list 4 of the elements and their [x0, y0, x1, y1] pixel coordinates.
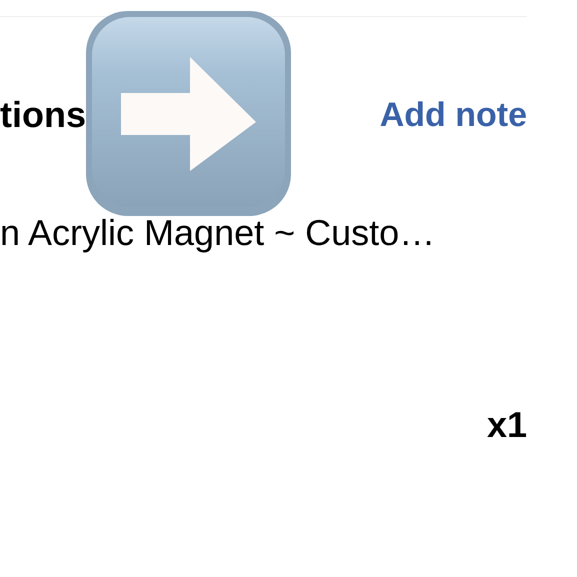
item-quantity: x1	[486, 403, 527, 447]
item-name: n Acrylic Magnet ~ Custo…	[0, 211, 436, 255]
section-title: tions	[0, 93, 86, 137]
add-note-link[interactable]: Add note	[380, 90, 527, 140]
